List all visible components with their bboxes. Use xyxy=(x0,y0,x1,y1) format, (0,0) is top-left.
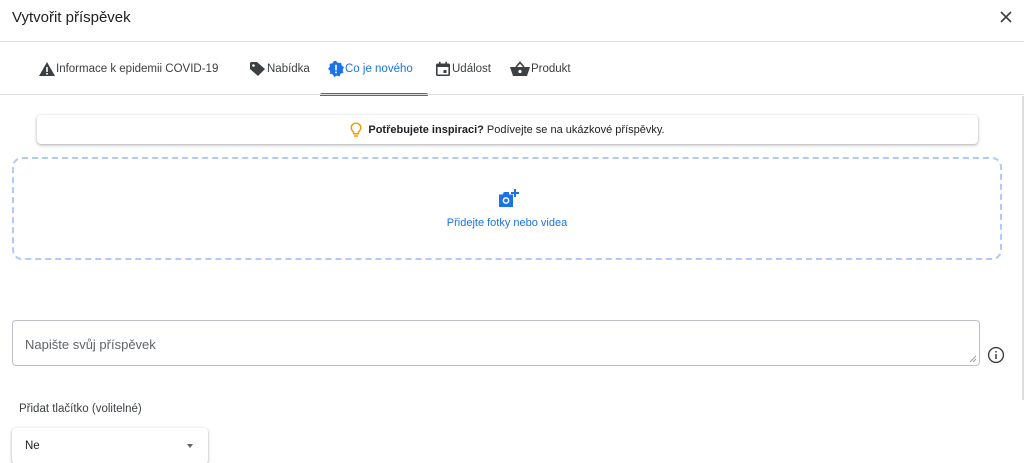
tab-label: Nabídka xyxy=(267,63,310,75)
tab-event[interactable]: Událost xyxy=(434,57,491,81)
add-photo-icon xyxy=(499,189,519,207)
dialog-header: Vytvořit příspěvek xyxy=(0,0,1024,42)
inspiration-bold-text: Potřebujete inspiraci? xyxy=(368,123,484,136)
tab-product[interactable]: Produkt xyxy=(509,57,571,81)
upload-label: Přidejte fotky nebo videa xyxy=(446,217,568,229)
tab-label: Informace k epidemii COVID-19 xyxy=(56,63,219,75)
post-text-placeholder: Napište svůj příspěvek xyxy=(25,337,156,352)
post-type-tabs: Informace k epidemii COVID-19 Nabídka Co… xyxy=(28,42,1024,96)
select-value: Ne xyxy=(25,440,40,452)
button-type-select[interactable]: Ne xyxy=(12,428,208,463)
resize-grip-icon[interactable] xyxy=(969,355,977,363)
lightbulb-icon xyxy=(350,121,362,138)
media-upload-area[interactable]: Přidejte fotky nebo videa xyxy=(12,157,1002,260)
close-button[interactable] xyxy=(994,5,1018,29)
tab-whats-new[interactable]: Co je nového xyxy=(327,57,413,81)
tag-icon xyxy=(250,62,265,76)
calendar-icon xyxy=(436,61,450,76)
add-button-label: Přidat tlačítko (volitelné) xyxy=(19,403,142,415)
dialog-title: Vytvořit příspěvek xyxy=(12,9,131,26)
tabs-divider xyxy=(0,94,1024,95)
info-icon[interactable] xyxy=(987,346,1005,364)
tab-offer[interactable]: Nabídka xyxy=(249,57,310,81)
alert-badge-icon xyxy=(328,61,344,77)
tab-covid-info[interactable]: Informace k epidemii COVID-19 xyxy=(38,57,218,81)
chevron-down-icon xyxy=(187,444,193,448)
close-icon xyxy=(1000,11,1012,23)
post-text-field[interactable]: Napište svůj příspěvek xyxy=(12,320,980,366)
inspiration-banner[interactable]: Potřebujete inspiraci? Podívejte se na u… xyxy=(37,115,978,144)
tab-label: Událost xyxy=(452,63,491,75)
warning-icon xyxy=(39,62,55,76)
basket-icon xyxy=(510,61,530,76)
tab-label: Co je nového xyxy=(345,63,413,75)
inspiration-link-text[interactable]: Podívejte se na ukázkové příspěvky. xyxy=(487,124,665,136)
tab-label: Produkt xyxy=(531,63,571,75)
